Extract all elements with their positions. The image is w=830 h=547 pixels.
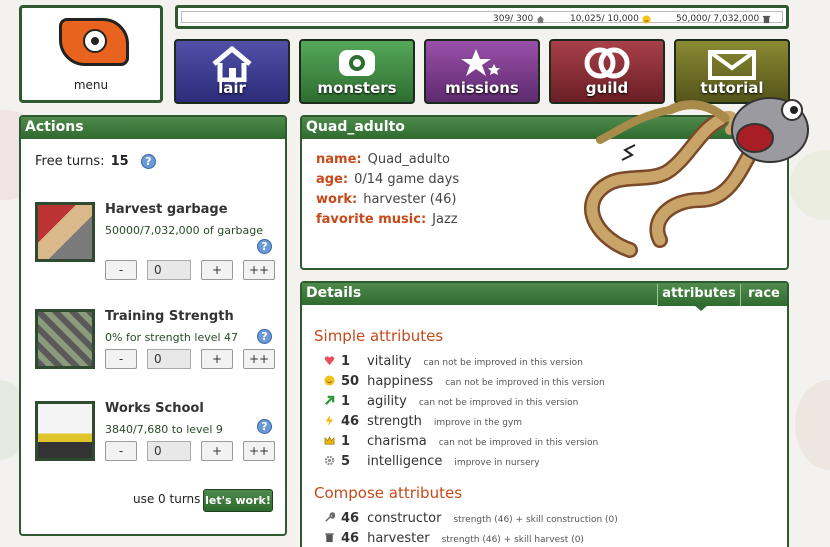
gear-icon	[324, 455, 335, 466]
free-turns-label: Free turns:	[35, 154, 105, 169]
profile-age: age: 0/14 game days	[316, 172, 460, 187]
attr-happiness: 50 happiness can not be improved in this v…	[324, 374, 605, 389]
nav-missions-label: missions	[445, 79, 519, 97]
help-icon[interactable]: ?	[257, 329, 272, 344]
attr-constructor: 46 constructor strength (46) + skill const…	[324, 511, 618, 526]
turns-input[interactable]: 0	[147, 349, 191, 369]
envelope-icon	[708, 50, 756, 80]
tab-attributes[interactable]: attributes	[657, 284, 740, 306]
training-strength-image	[35, 309, 95, 369]
compose-attributes-title: Compose attributes	[314, 484, 463, 502]
heart-icon	[324, 356, 335, 366]
use-turns-text: use 0 turns	[133, 492, 201, 506]
decrement-button[interactable]: -	[105, 441, 137, 461]
nav-lair[interactable]: lair	[174, 39, 290, 104]
house-icon	[537, 15, 545, 23]
action-harvest-garbage: Harvest garbage 50000/7,032,000 of garba…	[35, 202, 275, 280]
profile-name: name: Quad_adulto	[316, 152, 450, 167]
increment-more-button[interactable]: ++	[243, 260, 275, 280]
background-splash	[795, 380, 830, 470]
action-desc: 50000/7,032,000 of garbage	[105, 224, 263, 237]
rings-icon	[584, 47, 630, 79]
attr-harvester: 46 harvester strength (46) + skill harvest…	[324, 531, 584, 546]
profile-work: work: harvester (46)	[316, 192, 457, 207]
trash-can-icon	[325, 533, 334, 543]
trash-can-icon	[763, 15, 771, 23]
harvest-garbage-image	[35, 202, 95, 262]
action-works-school: Works School 3840/7,680 to level 9 ? - 0…	[35, 401, 275, 471]
attr-agility: 1 agility can not be improved in this vers…	[324, 394, 578, 409]
simple-attributes-title: Simple attributes	[314, 327, 444, 345]
smiley-icon	[324, 375, 335, 386]
action-title: Harvest garbage	[105, 202, 228, 217]
garbage-total: 50,000/ 7,032,000	[676, 14, 771, 24]
stars-icon	[461, 49, 500, 76]
help-icon[interactable]: ?	[257, 419, 272, 434]
decrement-button[interactable]: -	[105, 260, 137, 280]
monster-illustration	[584, 97, 809, 258]
tab-race[interactable]: race	[740, 284, 787, 306]
help-icon[interactable]: ?	[140, 154, 156, 169]
increment-button[interactable]: +	[201, 441, 233, 461]
increment-more-button[interactable]: ++	[243, 349, 275, 369]
house-icon	[212, 46, 252, 82]
increment-button[interactable]: +	[201, 349, 233, 369]
turns-input[interactable]: 0	[147, 441, 191, 461]
action-title: Works School	[105, 401, 204, 416]
action-title: Training Strength	[105, 309, 234, 324]
lightning-icon	[325, 415, 334, 426]
nav-monsters[interactable]: monsters	[299, 39, 415, 104]
lets-work-button[interactable]: let's work!	[203, 489, 273, 512]
attr-charisma: 1 charisma can not be improved in this ver…	[324, 434, 598, 449]
help-icon[interactable]: ?	[257, 239, 272, 254]
nav-monsters-label: monsters	[317, 79, 397, 97]
free-turns: Free turns: 15 ?	[35, 154, 156, 169]
actions-panel: Actions Free turns: 15 ? Harvest garbage …	[19, 115, 287, 536]
profile-music: favorite music: Jazz	[316, 212, 458, 227]
increment-button[interactable]: +	[201, 260, 233, 280]
details-panel: Details attributes race Simple attribute…	[300, 281, 789, 547]
turns-input[interactable]: 0	[147, 260, 191, 280]
lair-capacity: 309/ 300	[493, 14, 545, 24]
attr-intelligence: 5 intelligence improve in nursery	[324, 454, 540, 469]
menu-button[interactable]: menu	[19, 5, 163, 103]
wrench-icon	[325, 512, 335, 522]
resource-bar: 309/ 300 10,025/ 10,000 50,000/ 7,032,00…	[175, 5, 789, 29]
free-turns-value: 15	[110, 154, 129, 169]
monster-logo-icon	[59, 18, 129, 66]
decrement-button[interactable]: -	[105, 349, 137, 369]
action-training-strength: Training Strength 0% for strength level …	[35, 309, 275, 379]
monster-eye-icon	[339, 50, 375, 76]
happiness-total: 10,025/ 10,000	[570, 14, 651, 24]
actions-title: Actions	[21, 117, 285, 139]
arrow-up-right-icon	[325, 395, 335, 405]
nav-lair-label: lair	[218, 79, 246, 97]
menu-label: menu	[73, 78, 109, 92]
action-desc: 3840/7,680 to level 9	[105, 423, 223, 436]
attr-strength: 46 strength improve in the gym	[324, 414, 522, 429]
tab-pointer	[694, 305, 708, 311]
works-school-image	[35, 401, 95, 461]
crown-icon	[324, 436, 335, 445]
nav-missions[interactable]: missions	[424, 39, 540, 104]
attr-vitality: 1 vitality can not be improved in this ver…	[324, 354, 583, 369]
happy-face-icon	[642, 14, 651, 24]
increment-more-button[interactable]: ++	[243, 441, 275, 461]
action-desc: 0% for strength level 47	[105, 331, 239, 344]
